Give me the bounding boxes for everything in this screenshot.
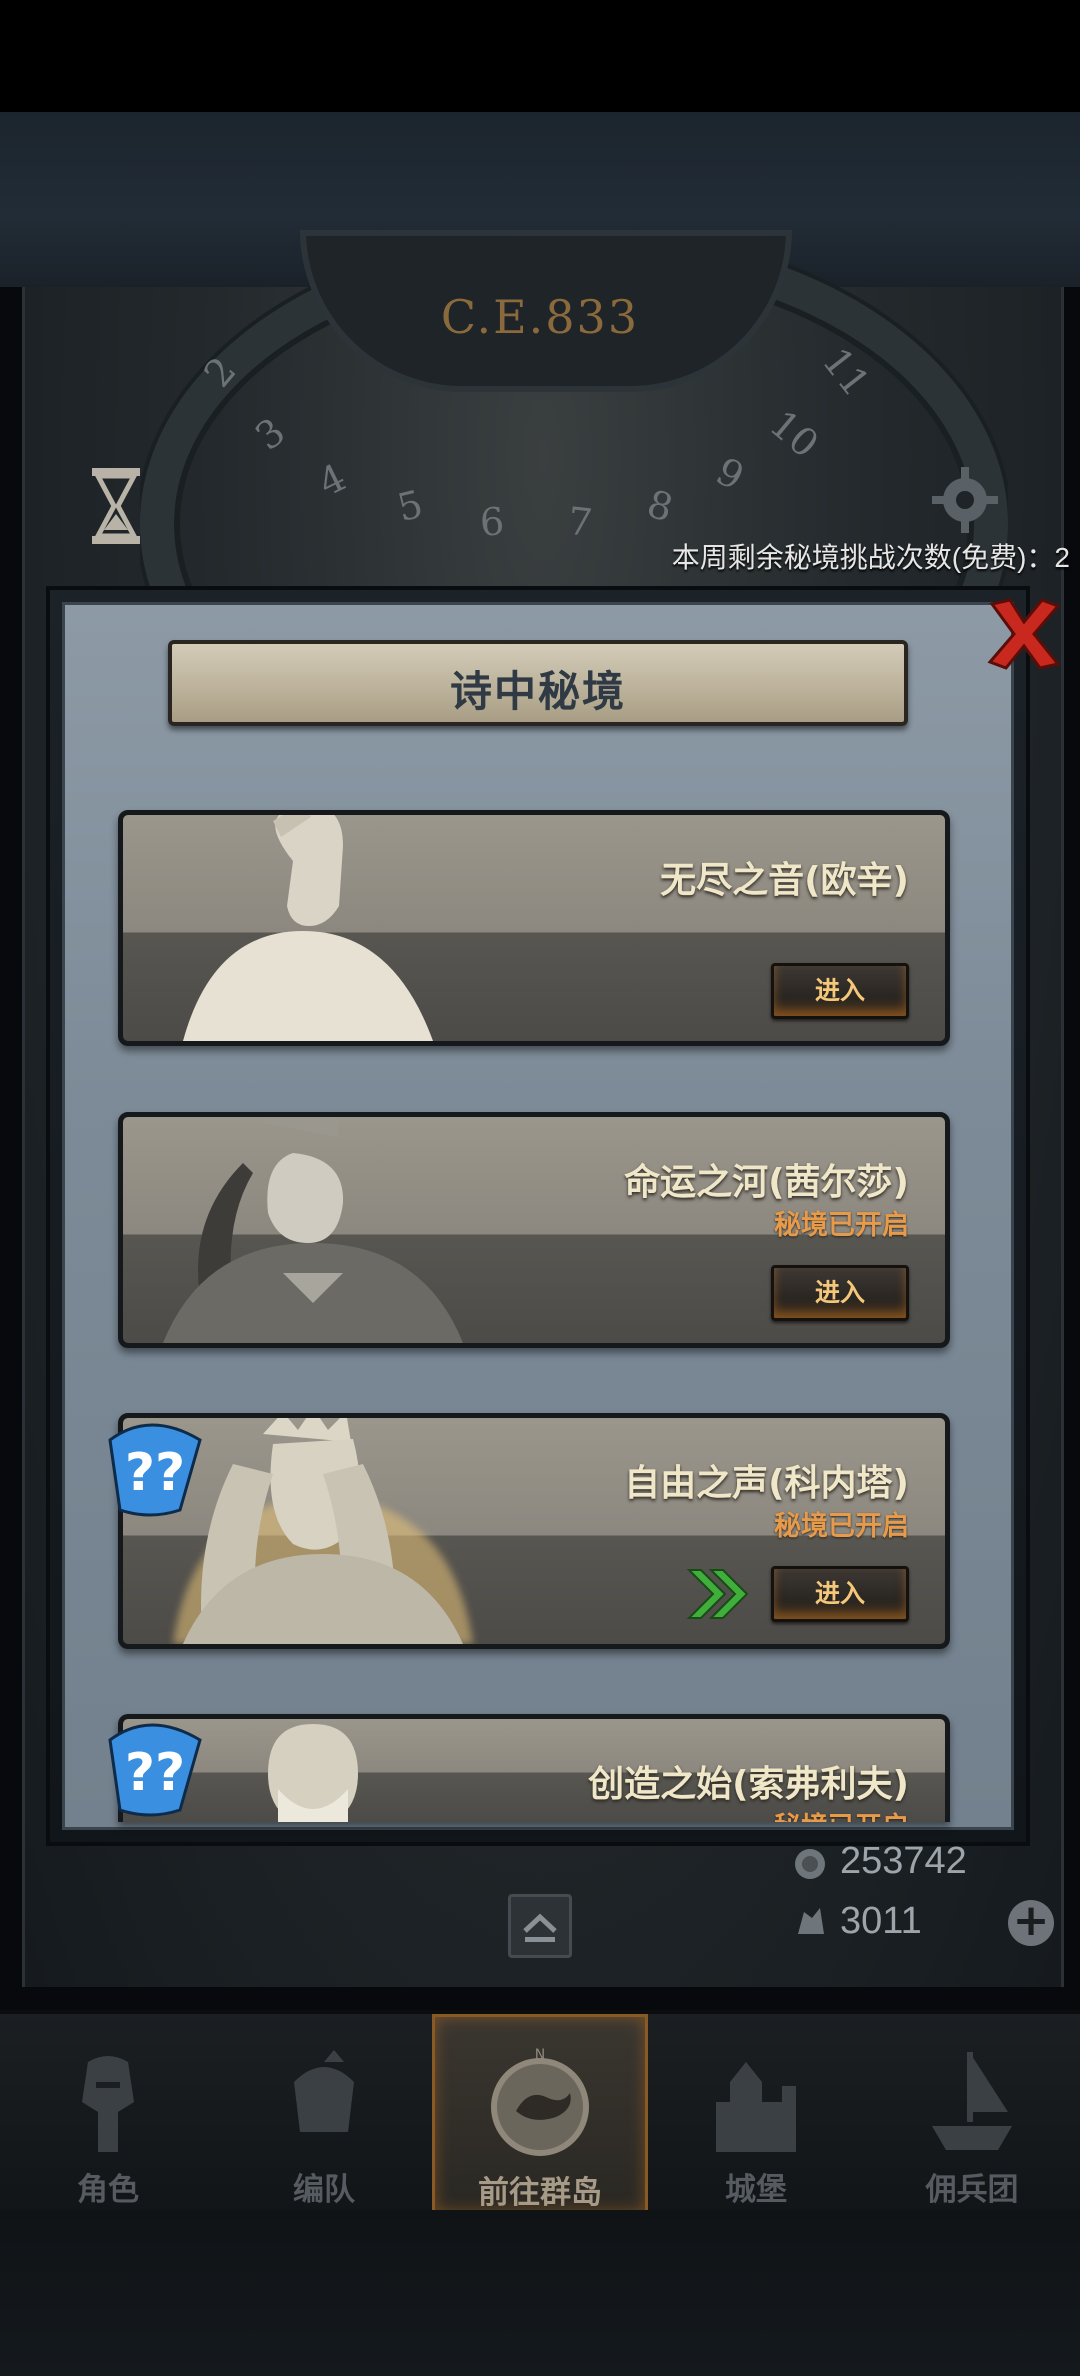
- nav-label: 佣兵团: [925, 2172, 1019, 2208]
- bottom-nav: 角色 编队 N 前往群岛 城堡 佣兵团: [0, 2010, 1080, 2214]
- realm-status: 秘境已开启: [774, 1210, 909, 1241]
- dial-number: 7: [565, 498, 595, 546]
- castle-icon: [716, 2062, 796, 2152]
- realm-card[interactable]: 无尽之音(欧辛) 进入: [118, 810, 950, 1046]
- question-mark-icon: ??: [108, 1423, 202, 1517]
- nav-label: 城堡: [725, 2172, 787, 2208]
- enter-button[interactable]: 进入: [771, 1265, 909, 1321]
- realm-name: 命运之河(茜尔莎): [624, 1162, 909, 1203]
- portrait-image: [183, 815, 433, 1041]
- enter-button[interactable]: 进入: [771, 963, 909, 1019]
- nav-item-islands[interactable]: N 前往群岛: [432, 2014, 648, 2214]
- dialog-title-banner: 诗中秘境: [168, 640, 908, 726]
- nav-item-characters[interactable]: 角色: [0, 2014, 216, 2214]
- portrait-image: [163, 1117, 463, 1343]
- realm-status: 秘境已开启: [774, 1805, 909, 1822]
- ship-icon: [932, 2052, 1012, 2150]
- nav-item-formation[interactable]: 编队: [216, 2014, 432, 2214]
- ore-icon: [798, 1908, 824, 1934]
- svg-text:N: N: [535, 2047, 545, 2063]
- realm-card[interactable]: 自由之声(科内塔) 秘境已开启 进入: [118, 1413, 950, 1649]
- chevron-right-icon: [686, 1569, 749, 1619]
- remaining-challenges-text: 本周剩余秘境挑战次数(免费)：2: [671, 542, 1070, 573]
- dial-number: 6: [478, 499, 506, 545]
- close-button[interactable]: [986, 596, 1062, 672]
- crystal-icon: [795, 1849, 825, 1879]
- enter-button[interactable]: 进入: [771, 1566, 909, 1622]
- nav-label: 编队: [293, 2172, 355, 2208]
- compass-icon: N: [491, 2047, 589, 2156]
- question-mark-icon: ??: [108, 1723, 202, 1817]
- dialog-title: 诗中秘境: [449, 667, 626, 716]
- ore-count: 3011: [840, 1900, 922, 1942]
- nav-label: 前往群岛: [478, 2175, 602, 2211]
- nav-item-castle[interactable]: 城堡: [648, 2014, 864, 2214]
- collapse-button[interactable]: [508, 1894, 572, 1958]
- svg-text:??: ??: [125, 1743, 185, 1803]
- realm-name: 自由之声(科内塔): [624, 1463, 909, 1504]
- status-bar: [0, 0, 1080, 112]
- system-nav-area: [0, 2210, 1080, 2376]
- era-label: C.E.833: [440, 290, 640, 344]
- add-resource-button[interactable]: +: [1008, 1899, 1054, 1946]
- realm-card[interactable]: 命运之河(茜尔莎) 秘境已开启 进入: [118, 1112, 950, 1348]
- crystal-count: 253742: [840, 1840, 967, 1882]
- nav-item-mercenary[interactable]: 佣兵团: [864, 2014, 1080, 2214]
- realm-card[interactable]: 创造之始(索弗利夫) 秘境已开启: [118, 1714, 950, 1822]
- chevron-up-icon: [523, 1913, 557, 1942]
- nav-label: 角色: [77, 2172, 139, 2208]
- gear-icon[interactable]: [930, 465, 1000, 535]
- knight-helmet-icon: [82, 2056, 134, 2152]
- svg-text:??: ??: [125, 1443, 185, 1503]
- realm-name: 无尽之音(欧辛): [660, 860, 909, 901]
- hourglass-icon[interactable]: [90, 468, 142, 544]
- realm-status: 秘境已开启: [774, 1511, 909, 1542]
- realm-name: 创造之始(索弗利夫): [588, 1764, 909, 1805]
- team-formation-icon: [294, 2050, 354, 2132]
